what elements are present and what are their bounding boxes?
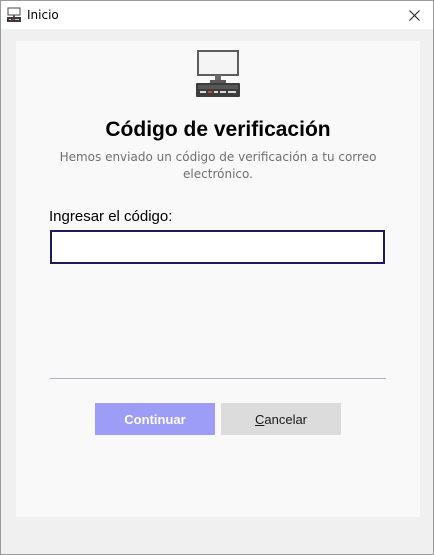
computer-icon	[6, 7, 22, 23]
divider	[50, 378, 386, 379]
subtitle-text: Hemos enviado un código de verificación …	[59, 150, 377, 181]
cancel-mnemonic: C	[254, 411, 265, 427]
close-icon	[408, 9, 420, 21]
continue-button[interactable]: Continuar	[95, 403, 215, 435]
close-button[interactable]	[395, 1, 433, 29]
page-title: Código de verificación	[105, 118, 331, 141]
verification-code-input[interactable]	[50, 230, 385, 264]
cancel-label-rest: ancelar	[264, 411, 308, 427]
computer-icon	[194, 49, 242, 99]
dialog-window: Inicio Código de verificación Hemos envi…	[0, 0, 434, 555]
verification-panel: Código de verificación Hemos enviado un …	[16, 41, 420, 517]
title-bar[interactable]: Inicio	[1, 1, 433, 29]
cancel-label: Cancelar	[255, 412, 307, 427]
continue-label: Continuar	[124, 411, 186, 427]
cancel-button[interactable]: Cancelar	[221, 403, 341, 435]
code-label: Ingresar el código:	[49, 208, 173, 225]
window-title: Inicio	[27, 8, 59, 22]
